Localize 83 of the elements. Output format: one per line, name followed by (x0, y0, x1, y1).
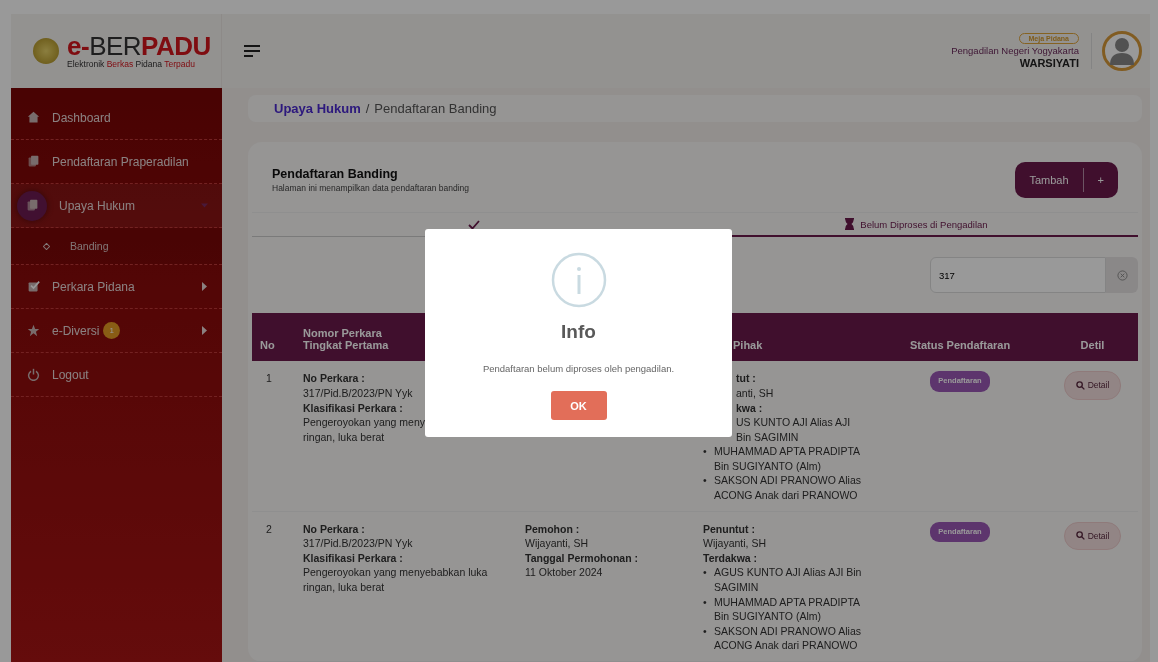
bullet-marker: • (703, 473, 708, 489)
ok-button[interactable]: OK (550, 391, 607, 420)
field-label: No Perkara : (303, 371, 366, 386)
sidebar-label: Perkara Pidana (52, 279, 135, 294)
detail-button[interactable]: Detail (1063, 521, 1122, 551)
home-icon (27, 111, 40, 124)
field-value: Pengeroyokan yang meny (303, 415, 426, 430)
close-icon (1116, 269, 1128, 281)
check-icon (467, 219, 480, 230)
breadcrumb-current: Pendaftaran Banding (374, 101, 497, 117)
sidebar-label: Banding (70, 240, 109, 252)
field-label: tut : (735, 371, 757, 386)
field-label: Klasifikasi Perkara : (303, 400, 404, 416)
sidebar-label: Pendaftaran Praperadilan (52, 154, 189, 169)
field-value: 317/Pid.B/2023/PN Yyk (303, 536, 414, 551)
hourglass-icon (845, 218, 855, 231)
bullet-marker: • (703, 594, 708, 610)
field-value: 11 Oktober 2024 (525, 565, 604, 581)
defendant-name: SAKSON ADI PRANOWO Alias ACONG Anak dari PRANOWO (714, 473, 863, 503)
power-icon (27, 368, 40, 381)
search-icon (1075, 381, 1085, 391)
documents-icon (25, 199, 39, 212)
logo-title: e-BERPADU (67, 33, 211, 59)
sidebar-label: Dashboard (52, 110, 111, 125)
detail-button[interactable]: Detail (1063, 371, 1122, 400)
bullet-marker: • (703, 444, 708, 460)
sidebar-item[interactable]: Perkara Pidana (11, 265, 222, 309)
sidebar-label: Upaya Hukum (59, 198, 136, 213)
search-icon (1075, 531, 1085, 541)
sidebar-item[interactable]: Pendaftaran Praperadilan (11, 140, 222, 184)
count-badge: 1 (103, 322, 121, 339)
checkbox-icon (27, 280, 40, 293)
sidebar-label: Logout (52, 367, 89, 382)
avatar-icon[interactable] (1102, 31, 1142, 71)
defendant-name: MUHAMMAD APTA PRADIPTA Bin SUGIYANTO (Alm) (714, 594, 861, 624)
star-icon (27, 324, 40, 337)
diamond-icon (43, 242, 50, 250)
field-label: Penuntut : (703, 521, 756, 537)
column-header: No (260, 339, 275, 352)
breadcrumb-link[interactable]: Upaya Hukum (274, 101, 361, 117)
sidebar-label: e-Diversi (52, 323, 100, 338)
field-label: Pemohon : (525, 521, 581, 537)
field-label: kwa : (735, 400, 764, 416)
logo-subtitle: Elektronik Berkas Pidana Terpadu (67, 59, 196, 69)
column-header: Detil (1080, 339, 1105, 352)
court-seal-icon (33, 38, 59, 64)
user-name: WARSIYATI (1019, 57, 1079, 69)
field-value: 317/Pid.B/2023/PN Yyk (303, 385, 414, 401)
sidebar-item[interactable]: Logout (11, 353, 222, 397)
add-button[interactable]: Tambah + (1015, 162, 1118, 199)
bullet-marker: • (703, 565, 708, 581)
column-header: Nomor Perkara Tingkat Pertama (303, 327, 390, 352)
bullet-marker: • (703, 623, 708, 639)
field-value: anti, SH (735, 385, 775, 401)
court-name: Pengadilan Negeri Yogyakarta (951, 45, 1079, 56)
column-header: Status Pendaftaran (909, 339, 1011, 352)
sidebar-item[interactable]: Dashboard (11, 96, 222, 140)
column-header: Pihak (732, 339, 763, 352)
menu-icon[interactable] (244, 44, 260, 58)
field-value: ringan, luka berat (303, 429, 386, 445)
defendant-name: SAKSON ADI PRANOWO Alias ACONG Anak dari PRANOWO (714, 623, 863, 653)
field-label: Tanggal Permohonan : (525, 550, 639, 566)
panel-title: Pendaftaran Banding (272, 167, 399, 182)
field-label: Terdakwa : (703, 550, 759, 566)
field-value: Pengeroyokan yang menyebabkan luka ringan, luka berat (303, 565, 489, 595)
dialog-title: Info (561, 321, 596, 343)
info-icon (550, 252, 607, 308)
field-label: No Perkara : (303, 521, 366, 537)
defendant-name: US KUNTO AJI Alias AJI Bin SAGIMIN (736, 415, 852, 445)
search-field[interactable]: 317 (930, 257, 1106, 294)
row-number: 2 (252, 511, 295, 662)
dialog-message: Pendaftaran belum diproses oleh pengadilan. (482, 363, 675, 374)
sidebar-item[interactable]: e-Diversi 1 (11, 309, 222, 353)
field-value: Wijayanti, SH (703, 536, 767, 551)
defendant-name: MUHAMMAD APTA PRADIPTA Bin SUGIYANTO (Alm) (714, 444, 861, 474)
row-number: 1 (252, 361, 295, 512)
field-value: Wijayanti, SH (525, 536, 589, 551)
documents-icon (27, 155, 40, 168)
defendant-name: AGUS KUNTO AJI Alias AJI Bin SAGIMIN (714, 565, 863, 595)
panel-subtitle: Halaman ini menampilkan data pendaftaran banding (272, 183, 471, 194)
clear-button[interactable] (1106, 257, 1138, 294)
breadcrumb-separator: / (365, 101, 370, 117)
field-label: Klasifikasi Perkara : (303, 550, 404, 566)
